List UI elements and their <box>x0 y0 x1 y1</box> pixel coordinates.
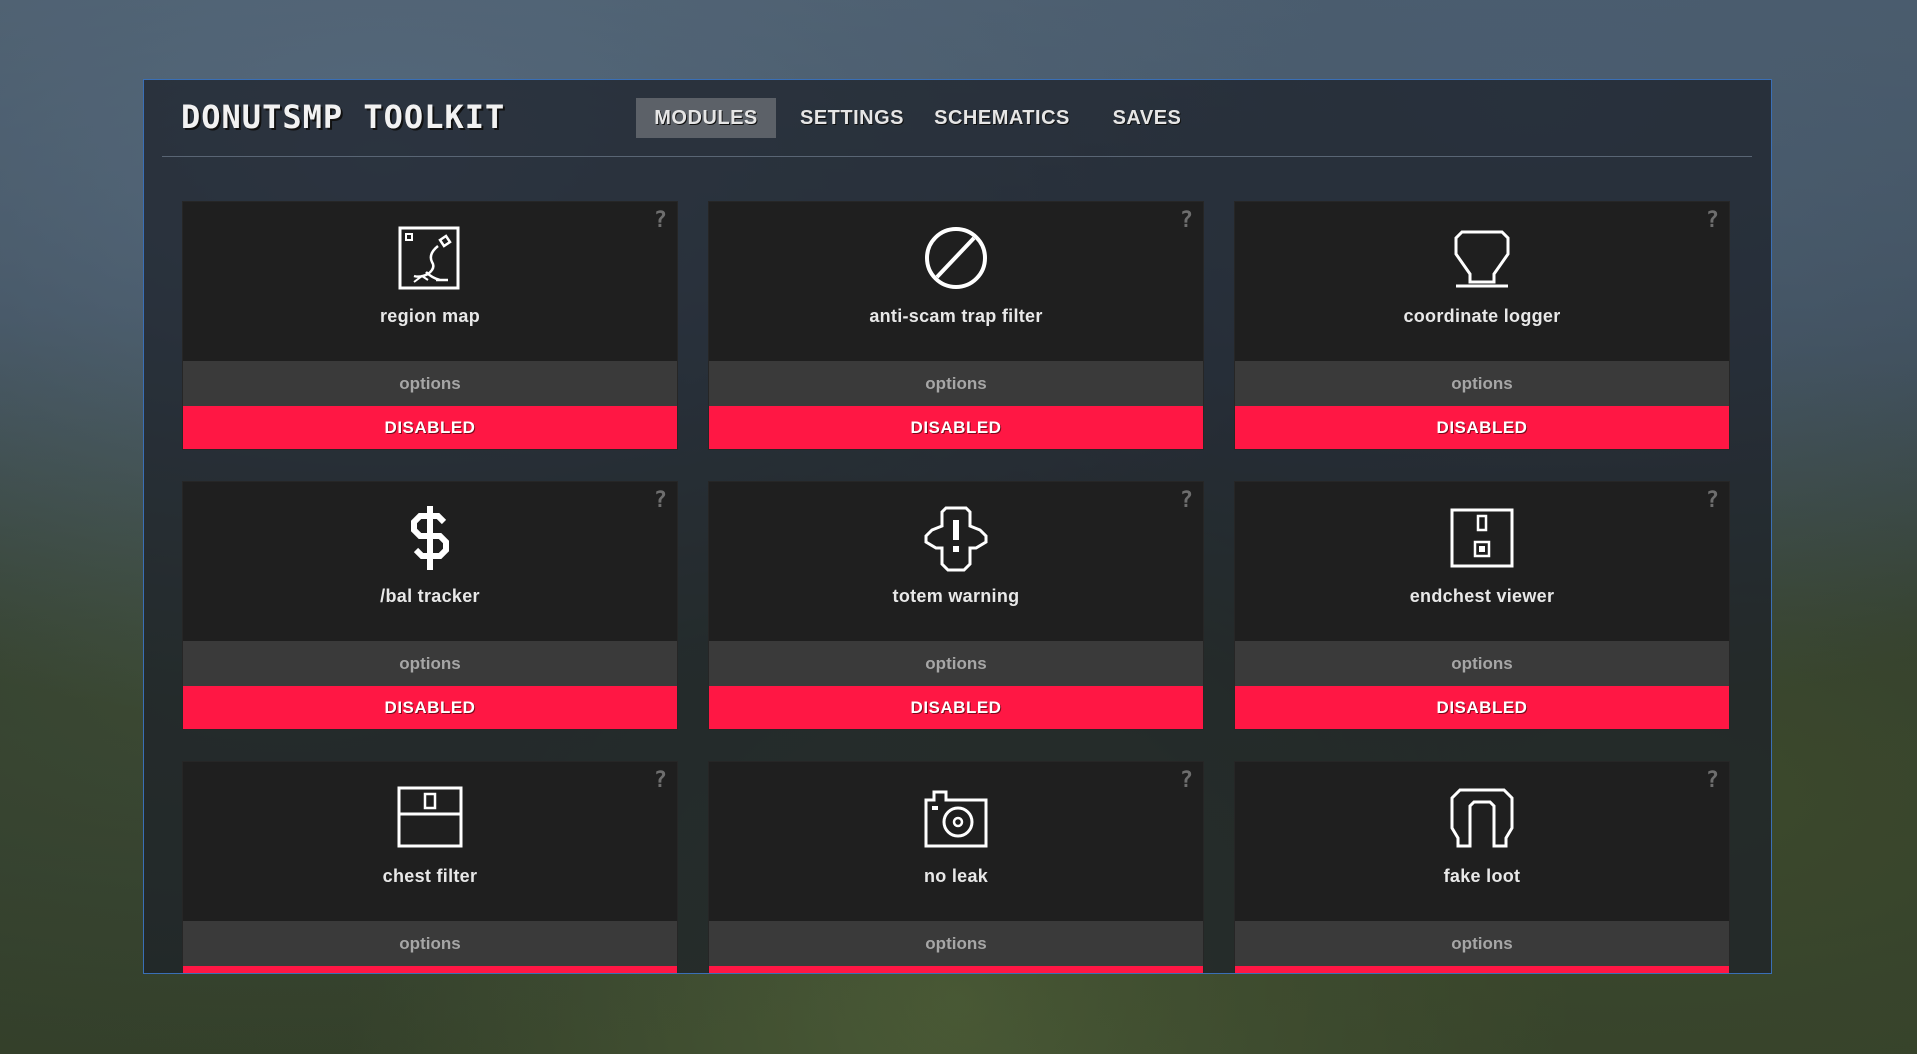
header-bar: DONUTSMP TOOLKIT MODULES SETTINGS SCHEMA… <box>162 80 1752 157</box>
module-card-coordinate-logger: ? coordinate logger options DISABLED <box>1235 202 1729 449</box>
module-card-totem-warning: ? totem warning options DISABLED <box>709 482 1203 729</box>
module-name: totem warning <box>892 586 1020 606</box>
module-name: chest filter <box>382 866 478 886</box>
tab-settings[interactable]: SETTINGS <box>792 98 912 138</box>
tab-modules[interactable]: MODULES <box>636 98 776 138</box>
help-icon[interactable]: ? <box>1180 768 1193 793</box>
module-name: no leak <box>923 866 989 886</box>
options-button[interactable]: options <box>1235 641 1729 686</box>
module-name: fake loot <box>1443 866 1521 886</box>
module-card-anti-scam-trap-filter: ? anti-scam trap filter options DISABLED <box>709 202 1203 449</box>
endchest-icon <box>1450 508 1514 568</box>
toggle-button[interactable]: DISABLED <box>709 406 1203 449</box>
app-title: DONUTSMP TOOLKIT <box>181 98 506 136</box>
toggle-button[interactable] <box>1235 966 1729 973</box>
help-icon[interactable]: ? <box>654 768 667 793</box>
help-icon[interactable]: ? <box>1706 488 1719 513</box>
module-name: coordinate logger <box>1403 306 1561 326</box>
toggle-button[interactable] <box>709 966 1203 973</box>
module-card-bal-tracker: ? /bal tracker options DISABLED <box>183 482 677 729</box>
totem-warning-icon <box>924 506 988 572</box>
help-icon[interactable]: ? <box>1706 208 1719 233</box>
tab-saves[interactable]: SAVES <box>1092 98 1202 138</box>
options-button[interactable]: options <box>709 361 1203 406</box>
toolkit-window: DONUTSMP TOOLKIT MODULES SETTINGS SCHEMA… <box>143 79 1772 974</box>
module-name: /bal tracker <box>380 586 480 606</box>
options-button[interactable]: options <box>183 641 677 686</box>
options-button[interactable]: options <box>183 361 677 406</box>
options-button[interactable]: options <box>709 641 1203 686</box>
module-card-no-leak: ? no leak options <box>709 762 1203 973</box>
toggle-button[interactable]: DISABLED <box>183 406 677 449</box>
toggle-button[interactable]: DISABLED <box>183 686 677 729</box>
module-name: anti-scam trap filter <box>869 306 1043 326</box>
pants-icon <box>1450 788 1514 848</box>
toggle-button[interactable]: DISABLED <box>1235 686 1729 729</box>
no-entry-icon <box>925 227 987 289</box>
module-name: endchest viewer <box>1409 586 1555 606</box>
options-button[interactable]: options <box>709 921 1203 966</box>
module-card-region-map: ? region map options DISABLED <box>183 202 677 449</box>
map-icon <box>398 226 460 290</box>
help-icon[interactable]: ? <box>654 488 667 513</box>
options-button[interactable]: options <box>183 921 677 966</box>
chest-icon <box>397 786 463 848</box>
module-name: region map <box>379 306 480 326</box>
toggle-button[interactable] <box>183 966 677 973</box>
module-card-fake-loot: ? fake loot options <box>1235 762 1729 973</box>
dollar-icon <box>411 506 449 570</box>
module-card-endchest-viewer: ? endchest viewer options DISABLED <box>1235 482 1729 729</box>
tab-schematics[interactable]: SCHEMATICS <box>932 98 1072 138</box>
help-icon[interactable]: ? <box>1180 488 1193 513</box>
camera-icon <box>924 790 988 848</box>
options-button[interactable]: options <box>1235 361 1729 406</box>
help-icon[interactable]: ? <box>1706 768 1719 793</box>
options-button[interactable]: options <box>1235 921 1729 966</box>
help-icon[interactable]: ? <box>1180 208 1193 233</box>
help-icon[interactable]: ? <box>654 208 667 233</box>
module-card-chest-filter: ? chest filter options <box>183 762 677 973</box>
toggle-button[interactable]: DISABLED <box>709 686 1203 729</box>
location-pin-icon <box>1454 230 1510 288</box>
toggle-button[interactable]: DISABLED <box>1235 406 1729 449</box>
